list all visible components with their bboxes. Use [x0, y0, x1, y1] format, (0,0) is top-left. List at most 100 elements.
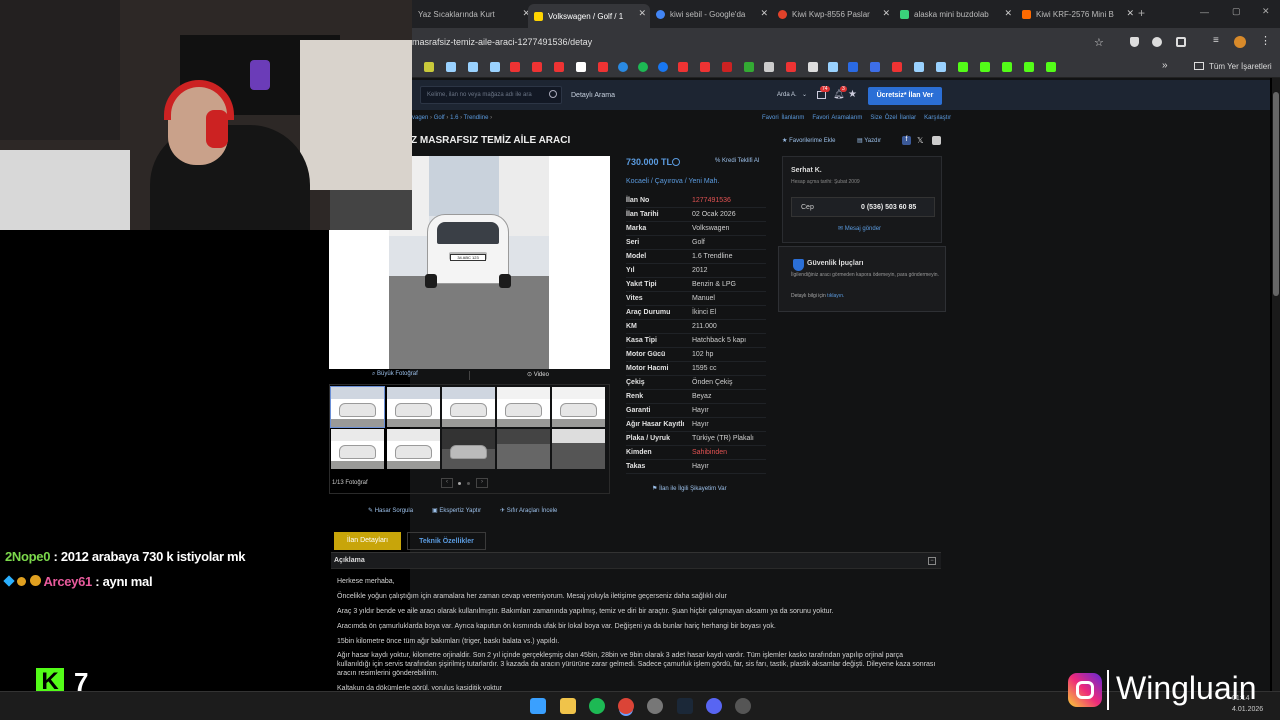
- safety-more-link[interactable]: tıklayın.: [827, 293, 844, 299]
- mail-share-icon[interactable]: [932, 136, 941, 145]
- x-share-icon[interactable]: 𝕏: [917, 136, 923, 145]
- spotify-icon[interactable]: [589, 698, 605, 714]
- steam-icon[interactable]: [936, 62, 946, 72]
- report-link[interactable]: ⚑ İlan ile İlgili Şikayetim Var: [652, 485, 727, 492]
- steam-icon[interactable]: [446, 62, 456, 72]
- thumbnail[interactable]: [330, 386, 385, 428]
- file-explorer-icon[interactable]: [560, 698, 576, 714]
- bookmark-star-icon[interactable]: ☆: [1094, 36, 1104, 49]
- pager-dot[interactable]: [467, 482, 470, 485]
- thumbnail[interactable]: [331, 429, 384, 469]
- search-input[interactable]: Kelime, ilan no veya mağaza adı ile ara: [420, 86, 562, 104]
- post-ad-button[interactable]: Ücretsiz* İlan Ver: [868, 87, 942, 105]
- thumbnail[interactable]: [387, 429, 440, 469]
- scrollbar-thumb[interactable]: [1273, 92, 1279, 296]
- thumbnail[interactable]: [552, 429, 605, 469]
- star-icon[interactable]: ★: [848, 89, 857, 100]
- expertise-link[interactable]: ▣ Ekspertiz Yaptır: [432, 507, 481, 514]
- discord-icon[interactable]: [706, 698, 722, 714]
- pager-dot[interactable]: [458, 482, 461, 485]
- facebook-icon[interactable]: [658, 62, 668, 72]
- youtube-icon[interactable]: [700, 62, 710, 72]
- bookmark-icon[interactable]: [848, 62, 858, 72]
- kick-icon[interactable]: [1002, 62, 1012, 72]
- breadcrumb-item[interactable]: Trendline: [464, 115, 489, 121]
- youtube-icon[interactable]: [510, 62, 520, 72]
- new-tab-icon[interactable]: +: [1138, 6, 1145, 20]
- bookmark-icon[interactable]: [744, 62, 754, 72]
- collapse-icon[interactable]: −: [928, 557, 936, 565]
- kick-icon[interactable]: [1046, 62, 1056, 72]
- window-close-icon[interactable]: ✕: [1262, 6, 1270, 17]
- print-button[interactable]: ▤ Yazdır: [857, 137, 881, 144]
- bookmark-icon[interactable]: [764, 62, 774, 72]
- thumbnail[interactable]: [497, 387, 550, 427]
- close-icon[interactable]: ✕: [1126, 8, 1134, 19]
- loan-offer-link[interactable]: % Kredi Teklifi Al: [715, 158, 759, 164]
- tab-ad-details[interactable]: İlan Detayları: [334, 532, 401, 550]
- menu-lines-icon[interactable]: ≡: [1213, 35, 1219, 46]
- send-message-link[interactable]: ✉ Mesaj gönder: [838, 225, 881, 232]
- favorite-add-button[interactable]: ★ Favorilerime Ekle: [782, 137, 835, 144]
- extension-icon[interactable]: [1152, 37, 1162, 47]
- breadcrumb-item[interactable]: Golf: [434, 115, 445, 121]
- x-icon[interactable]: [576, 62, 586, 72]
- video-button[interactable]: ⊙ Video: [527, 371, 549, 378]
- info-icon[interactable]: [672, 158, 680, 166]
- phone-box[interactable]: Cep 0 (536) 503 60 85: [791, 197, 935, 217]
- clock-date[interactable]: 4.01.2026: [1232, 706, 1263, 713]
- bookmark-icon[interactable]: [618, 62, 628, 72]
- user-menu[interactable]: Arda A.: [777, 92, 797, 98]
- tab-technical-specs[interactable]: Teknik Özellikler: [407, 532, 486, 550]
- advanced-search-link[interactable]: Detaylı Arama: [571, 92, 615, 99]
- compare-link[interactable]: Karşılaştır: [924, 115, 951, 121]
- thumbnail[interactable]: [552, 387, 605, 427]
- location-breadcrumb[interactable]: Kocaeli / Çayırova / Yeni Mah.: [626, 178, 719, 185]
- chevron-down-icon[interactable]: ⌄: [802, 91, 807, 98]
- special-ads-link[interactable]: Size Özel İlanlar: [870, 115, 916, 121]
- tab-6[interactable]: Kiwi KRF-2576 Mini B ✕: [1016, 4, 1138, 24]
- next-photo-button[interactable]: ›: [476, 478, 488, 488]
- kick-icon[interactable]: [958, 62, 968, 72]
- tab-2-active[interactable]: Volkswagen / Golf / 1 ✕: [528, 4, 650, 28]
- kick-icon[interactable]: [1024, 62, 1034, 72]
- thumbnail[interactable]: [497, 429, 550, 469]
- damage-query-link[interactable]: ✎ Hasar Sorgula: [368, 507, 413, 514]
- youtube-icon[interactable]: [678, 62, 688, 72]
- kick-icon[interactable]: [980, 62, 990, 72]
- youtube-icon[interactable]: [598, 62, 608, 72]
- chevron-more-icon[interactable]: »: [1162, 60, 1168, 71]
- mail-icon[interactable]: [817, 91, 826, 99]
- settings-icon[interactable]: [647, 698, 663, 714]
- youtube-icon[interactable]: [532, 62, 542, 72]
- youtube-icon[interactable]: [554, 62, 564, 72]
- close-icon[interactable]: ✕: [638, 8, 646, 19]
- windows-start-icon[interactable]: [530, 698, 546, 714]
- steam-icon[interactable]: [468, 62, 478, 72]
- steam-icon[interactable]: [914, 62, 924, 72]
- avatar[interactable]: [1234, 36, 1246, 48]
- facebook-share-icon[interactable]: f: [902, 136, 911, 145]
- bookmark-icon[interactable]: [892, 62, 902, 72]
- all-bookmarks-label[interactable]: Tüm Yer İşaretleri: [1209, 62, 1272, 71]
- large-photo-button[interactable]: ⌕ Büyük Fotoğraf: [372, 371, 418, 378]
- close-icon[interactable]: ✕: [882, 8, 890, 19]
- bookmark-icon[interactable]: [786, 62, 796, 72]
- steam-icon[interactable]: [828, 62, 838, 72]
- shield-icon[interactable]: [1130, 37, 1139, 47]
- tab-5[interactable]: alaska mini buzdolab ✕: [894, 4, 1016, 24]
- address-bar[interactable]: masrafsiz-temiz-aile-araci-1277491536/de…: [410, 28, 1280, 56]
- scrollbar[interactable]: [1272, 78, 1280, 691]
- bookmark-icon[interactable]: [870, 62, 880, 72]
- close-icon[interactable]: ✕: [1004, 8, 1012, 19]
- thumbnail[interactable]: [442, 429, 495, 469]
- maximize-icon[interactable]: ▢: [1232, 6, 1241, 17]
- breadcrumb-item[interactable]: vagen: [412, 115, 428, 121]
- search-icon[interactable]: [549, 90, 557, 98]
- spotify-icon[interactable]: [638, 62, 648, 72]
- prev-photo-button[interactable]: ‹: [441, 478, 453, 488]
- thumbnail[interactable]: [442, 387, 495, 427]
- more-icon[interactable]: ⋮: [1260, 34, 1271, 47]
- url-text[interactable]: masrafsiz-temiz-aile-araci-1277491536/de…: [412, 37, 592, 47]
- bookmark-icon[interactable]: [808, 62, 818, 72]
